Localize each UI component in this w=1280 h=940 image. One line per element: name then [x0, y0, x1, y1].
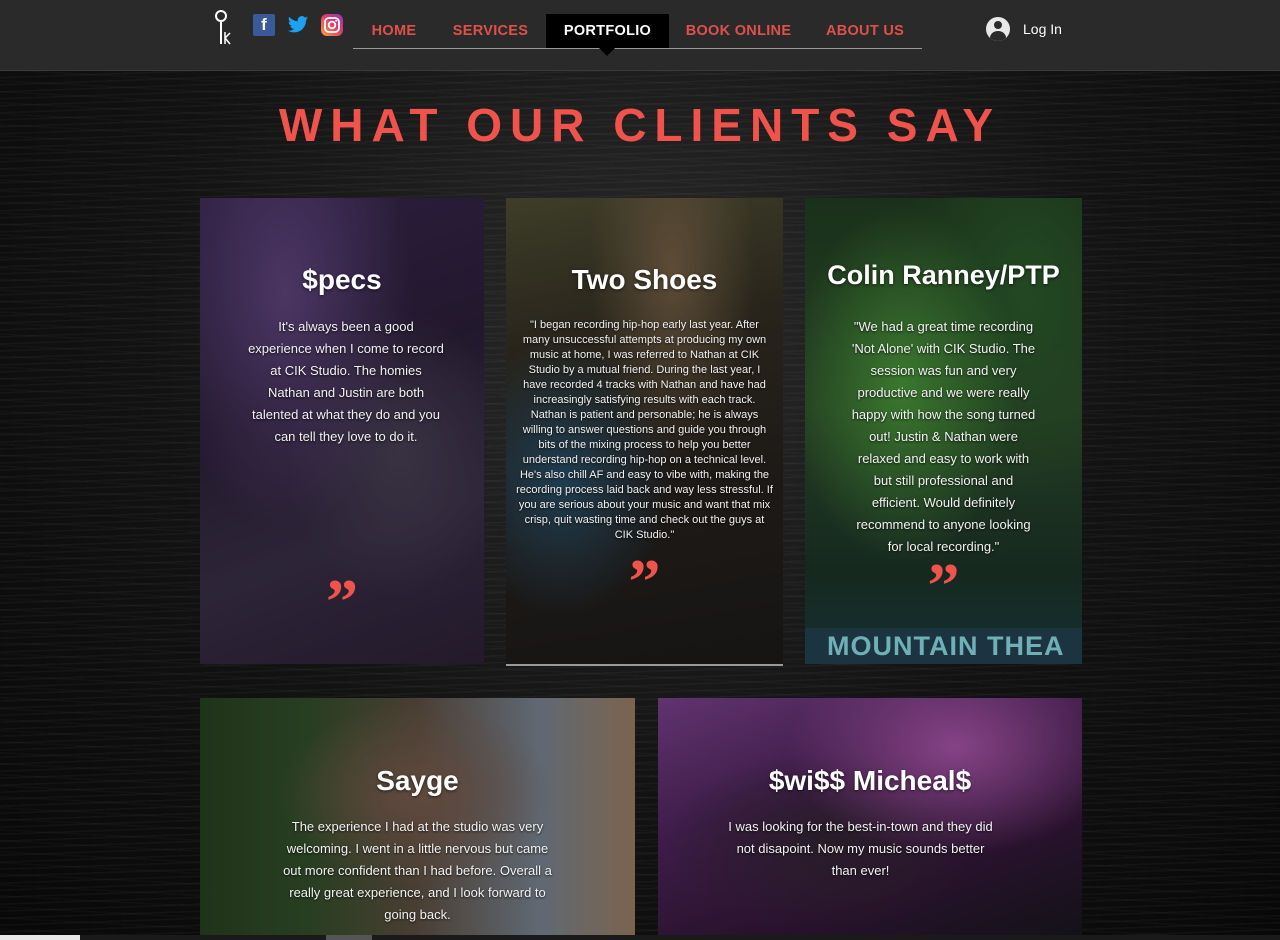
nav-about-us[interactable]: ABOUT US [808, 14, 922, 48]
testimonial-card: Sayge The experience I had at the studio… [200, 698, 635, 940]
testimonial-text: "We had a great time recording 'Not Alon… [851, 319, 1036, 554]
nav-book-online[interactable]: BOOK ONLINE [669, 14, 808, 48]
testimonial-name: Sayge [376, 765, 459, 796]
testimonial-text: The experience I had at the studio was v… [283, 819, 552, 922]
testimonial-name: $wi$$ Micheal$ [768, 765, 972, 796]
testimonial-card: $wi$$ Micheal$ I was looking for the bes… [658, 698, 1082, 940]
instagram-icon[interactable] [321, 14, 343, 36]
quote-icon: ” [326, 566, 358, 637]
nav-home[interactable]: HOME [353, 14, 435, 48]
facebook-icon[interactable]: f [253, 14, 275, 36]
horizontal-scrollbar[interactable] [0, 935, 1280, 940]
scrollbar-marker [326, 935, 372, 940]
quote-icon: ” [927, 550, 960, 621]
testimonial-text: I was looking for the best-in-town and t… [728, 819, 993, 878]
testimonial-card: Two Shoes "I began recording hip-hop ear… [506, 198, 783, 666]
testimonial-name: $pecs [302, 264, 382, 295]
twitter-icon[interactable] [287, 14, 309, 36]
login-label: Log In [1023, 21, 1062, 37]
venue-banner-text: MOUNTAIN THEA [805, 628, 1082, 664]
testimonial-card: $pecs It's always been a good experience… [200, 198, 484, 664]
login-button[interactable]: Log In [986, 16, 1062, 42]
active-nav-indicator [599, 48, 615, 56]
testimonial-text: "I began recording hip-hop early last ye… [516, 319, 773, 541]
testimonial-name: Colin Ranney/PTP [827, 260, 1060, 290]
scrollbar-thumb[interactable] [0, 935, 80, 940]
site-header: f HOME SERVICES PORTFOLIO BOOK ONLINE AB… [0, 0, 1280, 71]
main-nav: HOME SERVICES PORTFOLIO BOOK ONLINE ABOU… [353, 14, 922, 49]
testimonial-name: Two Shoes [571, 264, 718, 295]
quote-icon: ” [628, 546, 661, 617]
studio-logo[interactable] [208, 8, 236, 48]
testimonial-text: It's always been a good experience when … [248, 319, 444, 444]
nav-portfolio[interactable]: PORTFOLIO [546, 14, 669, 48]
page-title: WHAT OUR CLIENTS SAY [278, 99, 1002, 151]
nav-services[interactable]: SERVICES [435, 14, 546, 48]
user-icon [986, 17, 1010, 41]
testimonial-card: Colin Ranney/PTP "We had a great time re… [805, 198, 1082, 664]
